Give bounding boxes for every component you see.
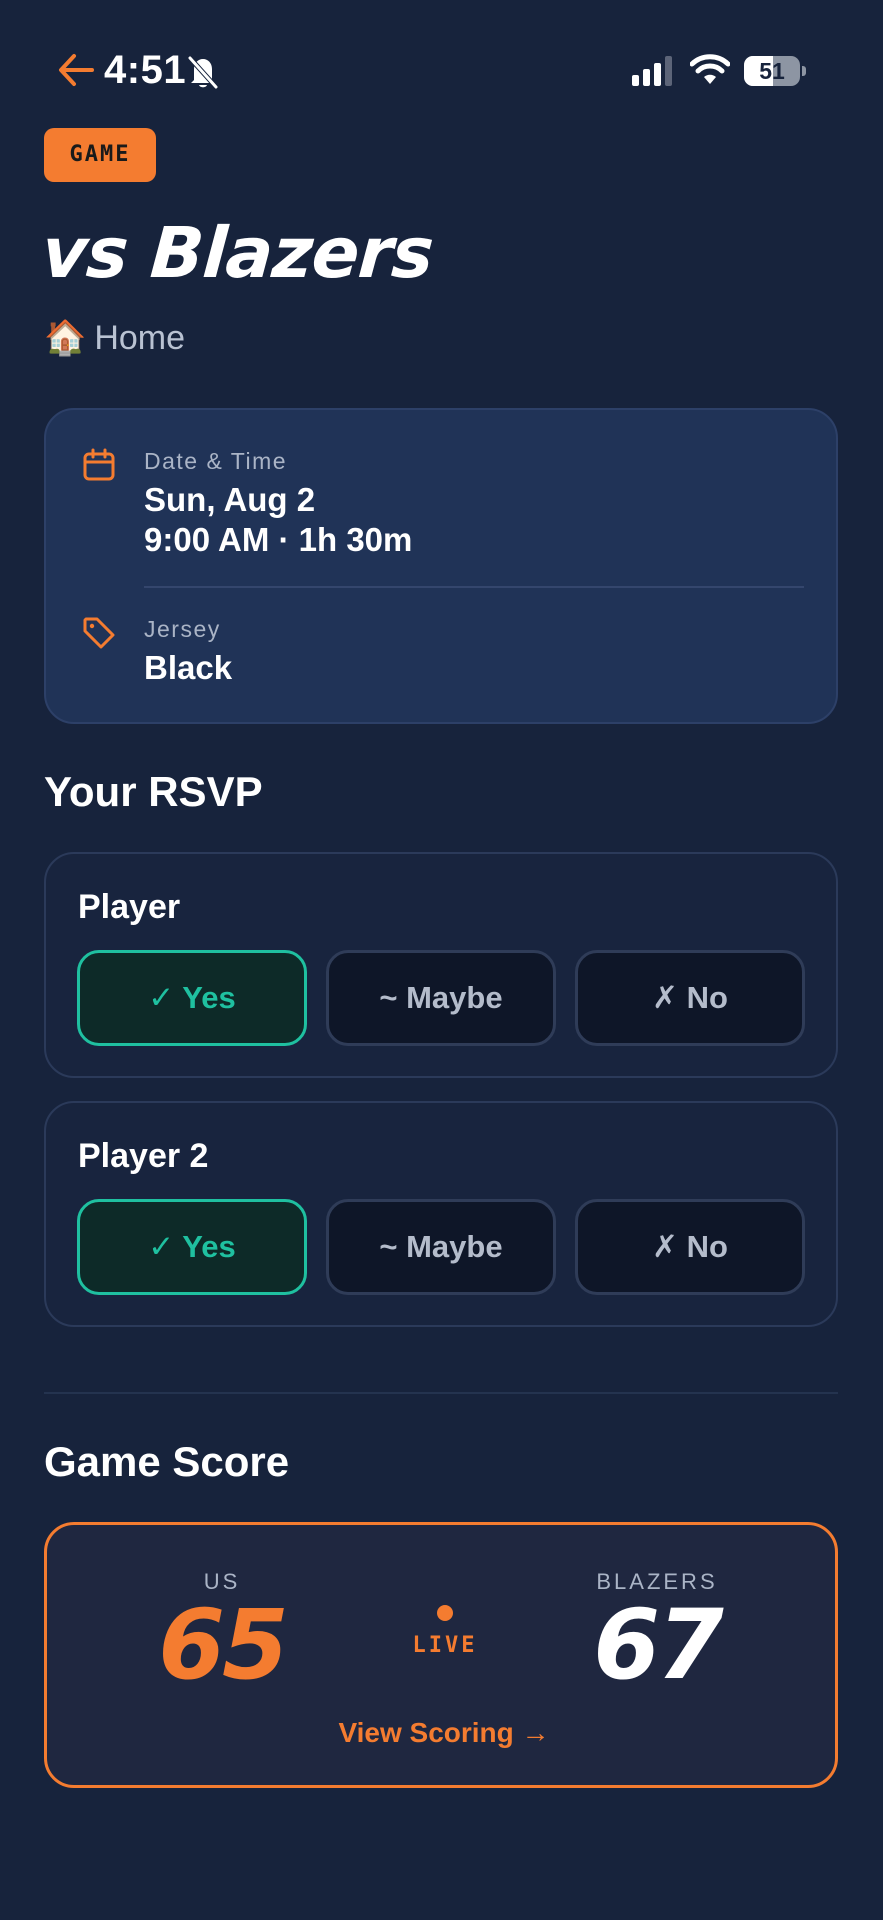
rsvp-section-title: Your RSVP (44, 768, 263, 815)
rsvp-no-button[interactable]: ✗ No (575, 950, 805, 1046)
calendar-icon (83, 448, 115, 481)
rsvp-no-button[interactable]: ✗ No (575, 1199, 805, 1295)
jersey-label: Jersey (144, 616, 221, 642)
page-title: vs Blazers (39, 212, 436, 294)
jersey-value: Black (144, 649, 233, 686)
battery-indicator: 51 (744, 56, 806, 86)
location-label: Home (94, 319, 186, 357)
game-time: 9:00 AM · 1h 30m (144, 521, 413, 558)
status-bar: 4:51 51 (0, 40, 883, 104)
bell-muted-icon (188, 56, 218, 89)
home-score: 65 (158, 1589, 289, 1701)
game-date: Sun, Aug 2 (144, 481, 316, 518)
rsvp-card-player-2: Player 2 ✓ Yes ~ Maybe ✗ No (44, 1101, 838, 1327)
live-dot-icon (437, 1605, 453, 1621)
game-details-card: Date & Time Sun, Aug 2 9:00 AM · 1h 30m … (44, 408, 838, 724)
rsvp-player-name: Player (78, 888, 181, 926)
house-icon: 🏠 (44, 319, 87, 357)
away-score: 67 (593, 1589, 724, 1701)
battery-level: 51 (759, 58, 785, 84)
date-time-label: Date & Time (144, 448, 288, 474)
score-section-title: Game Score (44, 1438, 290, 1485)
info-divider (144, 586, 804, 588)
status-time: 4:51 (104, 48, 187, 92)
live-status: LIVE (412, 1633, 478, 1658)
rsvp-yes-button[interactable]: ✓ Yes (77, 950, 307, 1046)
view-scoring-link[interactable]: View Scoring → (47, 1717, 841, 1749)
rsvp-player-name: Player 2 (78, 1137, 209, 1175)
game-location: 🏠 Home (44, 318, 185, 358)
back-arrow-icon[interactable] (56, 50, 96, 90)
rsvp-card-player: Player ✓ Yes ~ Maybe ✗ No (44, 852, 838, 1078)
game-detail-screen: 4:51 51 GAME vs Blazers 🏠 Home Date & Ti… (0, 0, 883, 1920)
signal-strength-icon (632, 56, 672, 86)
rsvp-yes-button[interactable]: ✓ Yes (77, 1199, 307, 1295)
rsvp-maybe-button[interactable]: ~ Maybe (326, 1199, 556, 1295)
game-score-card[interactable]: US 65 LIVE BLAZERS 67 View Scoring → (44, 1522, 838, 1788)
battery-tip (802, 66, 806, 76)
rsvp-maybe-button[interactable]: ~ Maybe (326, 950, 556, 1046)
tag-icon (83, 617, 115, 649)
battery-body: 51 (744, 56, 800, 86)
wifi-icon (690, 54, 730, 84)
event-type-badge: GAME (44, 128, 156, 182)
section-divider (44, 1392, 838, 1394)
